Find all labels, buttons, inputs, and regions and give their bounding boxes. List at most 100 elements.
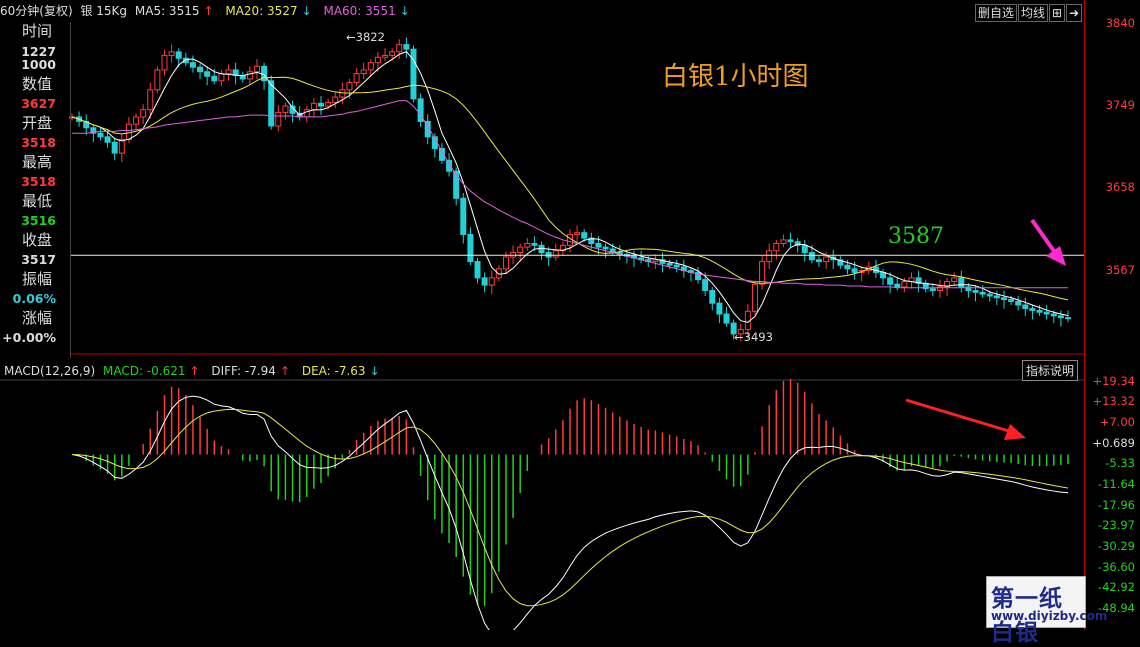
candle-body: [951, 277, 958, 282]
macd-tick-4: +0.689: [1092, 436, 1135, 450]
macd-tick-3: +7.00: [1099, 415, 1135, 429]
right-axis: 3840 3749 3658 3567 +19.34 +13.32 +7.00 …: [1084, 0, 1140, 630]
price-tick-3: 3658: [1105, 180, 1135, 194]
candle-body: [389, 51, 396, 56]
candle-body: [168, 51, 175, 56]
macd-tick-6: -11.64: [1097, 477, 1135, 491]
candle-body: [253, 65, 260, 73]
delete-watchlist-button[interactable]: 删自选: [975, 4, 1018, 22]
candle-body: [403, 44, 410, 50]
candle-body: [154, 69, 161, 91]
level-annotation: 3587: [888, 224, 944, 249]
candle-body: [929, 288, 936, 292]
candle-body: [531, 243, 538, 246]
red-arrow: [905, 398, 1026, 440]
candle-body: [140, 109, 147, 118]
candle-body: [495, 268, 502, 279]
candle-body: [581, 232, 588, 239]
candle-body: [823, 256, 830, 263]
macd-tick-5: -5.33: [1105, 456, 1135, 470]
macd-header: MACD(12,26,9) MACD: -0.621 ↑ DIFF: -7.94 ↑…: [4, 364, 388, 378]
candle-body: [816, 259, 822, 263]
candle-body: [97, 132, 104, 138]
candle-body: [901, 280, 908, 288]
macd-tick-8: -23.97: [1097, 518, 1135, 532]
candle-body: [552, 250, 559, 258]
candle-body: [844, 264, 851, 270]
pink-arrow: [1030, 218, 1066, 266]
candle-body: [175, 51, 182, 59]
candle-body: [474, 261, 481, 279]
candle-body: [894, 283, 901, 288]
chart-canvas: [0, 37, 1084, 630]
candle-body: [887, 277, 894, 285]
candle-body: [723, 313, 730, 324]
candle-body: [702, 279, 709, 292]
candle-body: [118, 139, 125, 154]
symbol-label: 银 15Kg: [80, 4, 128, 18]
candle-body: [1043, 311, 1050, 315]
watermark-url: www.diyizby.com: [991, 609, 1108, 623]
candle-body: [801, 244, 808, 254]
candle-body: [346, 82, 353, 91]
candle-body: [111, 141, 118, 154]
candle-body: [310, 102, 317, 111]
candle-body: [716, 302, 723, 315]
macd-tick-11: -42.92: [1097, 580, 1135, 594]
watermark-logo: 第一纸白银 www.diyizby.com: [986, 576, 1107, 646]
candle-body: [332, 96, 339, 103]
candle-body: [517, 246, 524, 254]
candle-body: [524, 243, 531, 248]
candle-body: [367, 62, 374, 71]
candle-body: [602, 246, 609, 250]
candle-body: [410, 48, 417, 100]
dea-value: DEA: -7.63 ↓: [301, 364, 380, 378]
info-panel-frame: [0, 22, 71, 358]
candle-body: [787, 239, 794, 243]
macd-series: [71, 379, 1069, 630]
candle-body: [396, 44, 403, 53]
ma20-line: [71, 76, 1069, 301]
macd-tick-10: -36.60: [1097, 560, 1135, 574]
candle-body: [979, 291, 986, 295]
candle-body: [104, 136, 111, 143]
info-panel: 时间 1227 1000 数值 3627 开盘 3518 最高 3518 最低 …: [0, 22, 71, 358]
ma-line-button[interactable]: 均线: [1018, 4, 1049, 22]
exit-icon[interactable]: ➜: [1066, 4, 1083, 22]
candle-body: [268, 80, 275, 127]
indicator-help-button[interactable]: 指标说明: [1022, 360, 1079, 381]
grid-icon[interactable]: ⊞: [1049, 4, 1066, 22]
candle-body: [225, 69, 232, 75]
candle-body: [759, 261, 766, 285]
candle-body: [382, 54, 389, 58]
macd-label: MACD(12,26,9): [4, 364, 96, 378]
candle-body: [1057, 315, 1064, 319]
candle-body: [986, 293, 993, 297]
candle-body: [993, 295, 1000, 299]
diff-value: DIFF: -7.94 ↑: [211, 364, 290, 378]
candle-body: [958, 277, 965, 288]
macd-tick-9: -30.29: [1097, 539, 1135, 553]
chart-annotation-title: 白银1小时图: [662, 62, 809, 92]
candle-body: [1000, 297, 1007, 301]
chart-header: 60分钟(复权) 银 15Kg MA5: 3515 ↑ MA20: 3527 ↓ M…: [0, 0, 1084, 22]
candle-body: [880, 271, 887, 279]
candle-body: [325, 101, 332, 107]
candle-body: [502, 256, 509, 270]
candle-body: [353, 73, 360, 84]
macd-tick-2: +13.32: [1092, 394, 1135, 408]
candle-body: [773, 243, 780, 252]
candle-body: [360, 69, 367, 75]
candle-body: [574, 232, 581, 235]
candle-body: [1050, 313, 1057, 317]
candle-body: [1065, 317, 1071, 320]
candle-body: [1015, 300, 1022, 306]
period-label[interactable]: 60分钟(复权): [0, 4, 73, 18]
candle-body: [204, 71, 211, 77]
candle-body: [374, 56, 381, 64]
candle-body: [125, 123, 132, 141]
candle-body: [1029, 308, 1036, 311]
ma20-label: MA20: 3527 ↓: [225, 4, 312, 18]
candle-body: [1022, 304, 1029, 310]
price-tick-1: 3840: [1105, 16, 1135, 30]
